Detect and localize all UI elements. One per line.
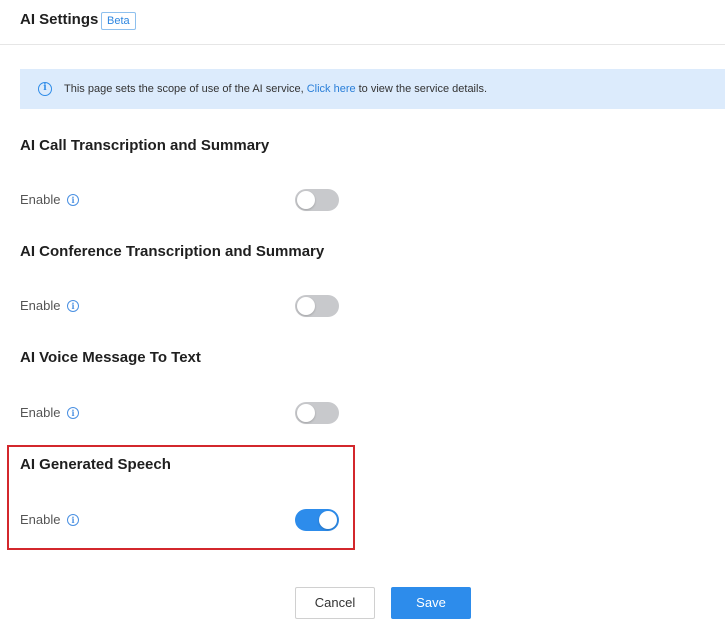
info-banner: i This page sets the scope of use of the… xyxy=(20,69,725,109)
enable-label: Enable xyxy=(20,512,61,527)
info-icon[interactable]: i xyxy=(67,300,79,312)
enable-row-conference-transcription: Enable i xyxy=(20,295,340,319)
section-title-call-transcription: AI Call Transcription and Summary xyxy=(20,137,270,154)
cancel-button[interactable]: Cancel xyxy=(295,587,375,619)
beta-badge: Beta xyxy=(101,12,136,30)
toggle-knob xyxy=(297,297,315,315)
banner-text-after: to view the service details. xyxy=(358,83,487,95)
click-here-link[interactable]: Click here xyxy=(307,83,356,95)
section-title-conference-transcription: AI Conference Transcription and Summary xyxy=(20,243,325,260)
call-transcription-toggle[interactable] xyxy=(295,189,339,211)
conference-transcription-toggle[interactable] xyxy=(295,295,339,317)
toggle-knob xyxy=(319,511,337,529)
info-icon[interactable]: i xyxy=(67,407,79,419)
enable-row-generated-speech: Enable i xyxy=(20,509,340,533)
enable-row-voice-message: Enable i xyxy=(20,402,340,426)
toggle-knob xyxy=(297,404,315,422)
info-icon[interactable]: i xyxy=(67,194,79,206)
page-header: AI Settings Beta xyxy=(0,0,725,45)
section-title-voice-message: AI Voice Message To Text xyxy=(20,349,201,366)
section-title-generated-speech: AI Generated Speech xyxy=(20,456,171,473)
info-icon: i xyxy=(38,82,52,96)
generated-speech-toggle[interactable] xyxy=(295,509,339,531)
info-icon[interactable]: i xyxy=(67,514,79,526)
ai-settings-page: AI Settings Beta i This page sets the sc… xyxy=(0,0,725,638)
enable-label: Enable xyxy=(20,405,61,420)
toggle-knob xyxy=(297,191,315,209)
banner-text-before: This page sets the scope of use of the A… xyxy=(64,83,304,95)
enable-label: Enable xyxy=(20,192,61,207)
enable-row-call-transcription: Enable i xyxy=(20,189,340,213)
save-button[interactable]: Save xyxy=(391,587,471,619)
page-title: AI Settings xyxy=(20,11,99,28)
enable-label: Enable xyxy=(20,298,61,313)
voice-message-toggle[interactable] xyxy=(295,402,339,424)
